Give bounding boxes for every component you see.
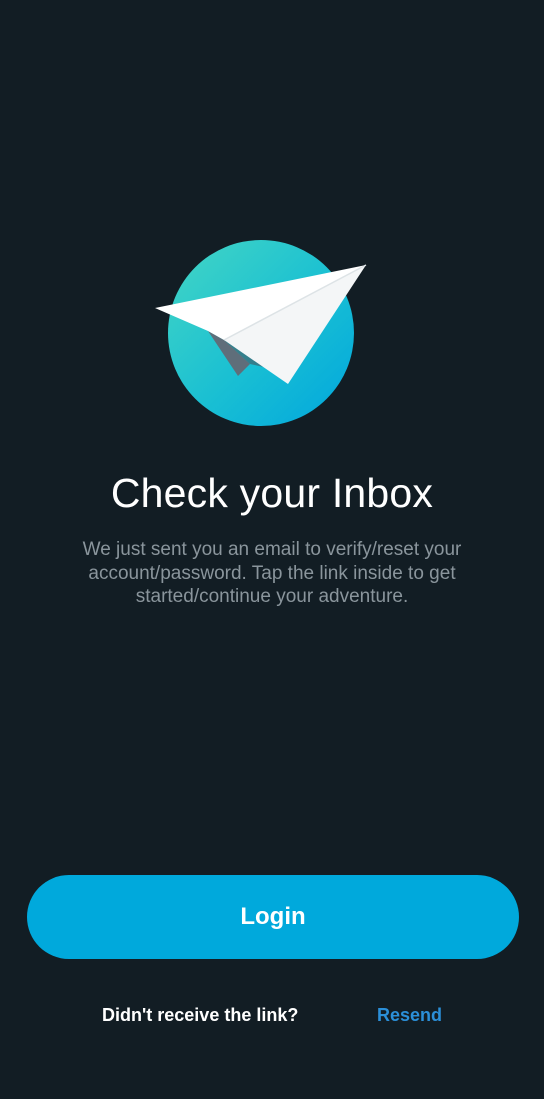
resend-prompt-text: Didn't receive the link? (102, 1005, 299, 1025)
page-title: Check your Inbox (110, 470, 434, 516)
login-button[interactable]: Login (27, 875, 519, 959)
resend-link[interactable]: Resend (377, 1005, 442, 1026)
instructions-text: We just sent you an email to verify/rese… (82, 539, 462, 607)
paper-plane-icon (150, 236, 372, 431)
